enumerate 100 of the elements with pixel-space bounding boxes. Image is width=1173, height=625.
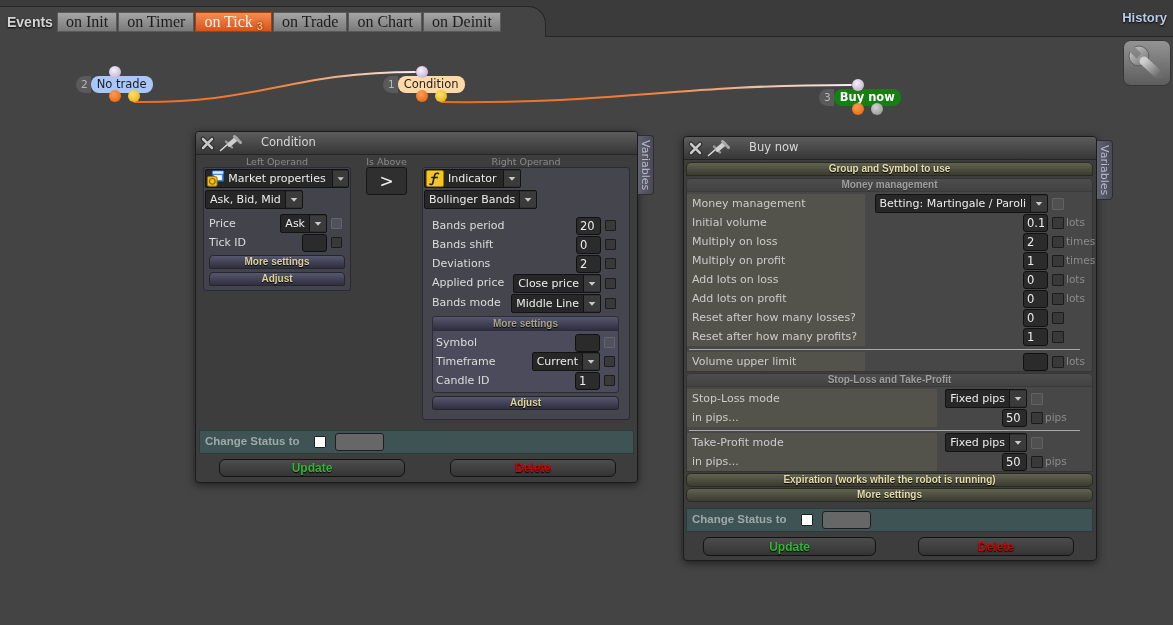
checkbox[interactable] [1031,411,1043,424]
caret-icon [583,274,600,292]
close-icon[interactable] [688,140,703,156]
adjust-button[interactable]: Adjust [432,396,619,410]
panel-title: Buy now [749,141,799,155]
checkbox[interactable] [1052,254,1064,267]
input-field[interactable]: 50 [1002,408,1027,427]
dropdown[interactable]: Ask, Bid, Mid [205,190,303,209]
close-icon[interactable] [200,135,215,151]
caret-icon [1030,195,1047,212]
section-header[interactable]: More settings [209,255,345,269]
input-port-icon[interactable] [108,66,121,78]
dropdown[interactable]: Middle Line [511,293,601,313]
node-number: 3 [819,89,834,106]
checkbox[interactable] [604,356,615,367]
field-label: Price [209,216,237,231]
checkbox[interactable] [1052,355,1064,368]
checkbox[interactable] [313,436,326,448]
coin-window-icon [207,170,225,187]
field-label: Applied price [432,276,506,290]
section-header[interactable]: Expiration (works while the robot is running) [686,473,1093,487]
node-label[interactable]: No trade [90,76,153,93]
field-label: in pips... [687,408,937,427]
unit-label: lots [1065,216,1086,229]
caret-icon [519,191,537,208]
dropdown[interactable]: Market properties [205,169,349,188]
checkbox[interactable] [605,239,616,250]
checkbox[interactable] [605,220,616,231]
event-tab[interactable]: on Init [56,12,118,32]
checkbox[interactable] [800,514,813,526]
node-label[interactable]: Condition [397,76,465,93]
input-field[interactable]: 0 [1023,270,1048,289]
input-field[interactable] [334,433,384,451]
field-label: Deviations [432,256,492,271]
input-field[interactable]: 0.1 [1023,213,1048,232]
input-field[interactable]: 0 [576,235,601,254]
checkbox[interactable] [1052,292,1064,305]
checkbox[interactable] [331,237,342,248]
variables-tab[interactable]: Variables [1097,140,1113,201]
input-field[interactable]: 1 [1023,327,1048,346]
update-button[interactable]: Update [219,459,405,477]
operator-caption: Is Above [366,156,407,167]
checkbox[interactable] [604,375,615,386]
field-label: Tick ID [209,235,248,250]
checkbox[interactable] [1052,216,1064,229]
checkbox[interactable] [1031,455,1043,468]
event-tab[interactable]: on Chart [348,12,422,32]
checkbox[interactable] [1052,330,1064,343]
checkbox[interactable] [1052,273,1064,286]
checkbox[interactable] [1052,311,1064,324]
checkbox[interactable] [605,297,616,309]
operator-button[interactable]: > [366,167,407,195]
caret-icon [1009,434,1026,451]
field-label: Reset after how many profits? [687,327,865,346]
input-field[interactable]: 0 [1023,289,1048,308]
input-field[interactable]: 2 [576,254,601,273]
section-header[interactable]: Group and Symbol to use [686,162,1093,176]
dropdown[interactable]: Indicator [424,169,521,188]
node-label[interactable]: Buy now [833,89,901,106]
input-field[interactable] [1023,352,1048,371]
unit-label: pips [1044,411,1068,424]
input-field[interactable]: 20 [576,216,601,235]
field-label: Add lots on loss [687,270,865,289]
input-field[interactable]: 0 [1023,308,1048,327]
checkbox[interactable] [605,277,616,289]
section-header[interactable]: More settings [433,317,618,331]
input-field[interactable]: 1 [1023,251,1048,270]
input-port-icon[interactable] [415,66,428,78]
operand-caption: Left Operand [245,156,309,167]
field-label: Bands period [432,218,506,233]
history-label[interactable]: History [1122,10,1167,26]
input-port-icon[interactable] [851,79,864,91]
dropdown[interactable]: Close price [513,273,601,293]
checkbox[interactable] [605,258,616,269]
dropdown[interactable]: Current [531,352,600,371]
unit-label: lots [1065,355,1086,368]
update-button[interactable]: Update [703,537,876,556]
wrench-icon[interactable] [1123,40,1171,86]
section-header[interactable]: More settings [686,488,1093,502]
caret-icon [582,353,599,370]
pin-icon[interactable] [219,134,243,152]
variables-tab[interactable]: Variables [638,135,654,196]
unit-label: lots [1065,273,1086,286]
checkbox[interactable] [1052,235,1064,248]
caret-icon [284,191,302,208]
pin-icon[interactable] [707,139,731,157]
event-tab[interactable]: on Timer [118,12,195,32]
dropdown[interactable]: Bollinger Bands [424,190,538,209]
input-field[interactable] [821,511,871,529]
input-field[interactable]: 1 [575,371,600,390]
input-field[interactable]: 50 [1002,452,1027,471]
input-field[interactable]: 2 [1023,232,1048,251]
event-tab[interactable]: on Deinit [423,12,501,32]
adjust-button[interactable]: Adjust [209,272,345,286]
field-label: Candle ID [436,373,491,388]
event-tab[interactable]: on Trade [273,12,348,32]
field-label: Stop-Loss mode [687,389,937,408]
input-field[interactable] [302,233,327,252]
input-field[interactable] [575,333,600,352]
field-label: Add lots on profit [687,289,865,308]
